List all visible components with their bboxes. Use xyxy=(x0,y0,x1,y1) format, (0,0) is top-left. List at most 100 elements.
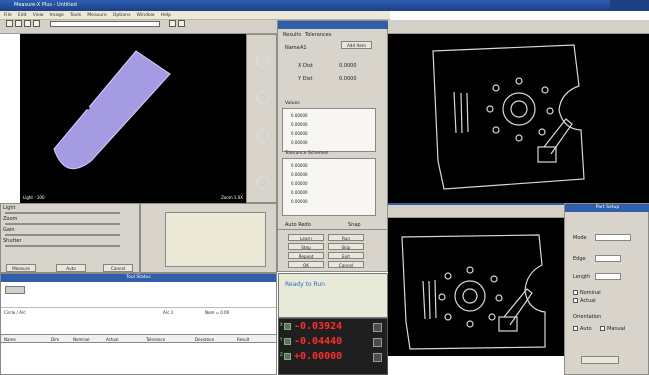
menu-window[interactable]: Window xyxy=(136,11,154,19)
add-item-button[interactable]: Add Item xyxy=(341,41,372,49)
status-toolbar xyxy=(5,286,25,294)
status-header-row: Name Dim Nominal Actual Tolerance Deviat… xyxy=(1,334,276,343)
status-row-value-1: Arc 1 xyxy=(163,310,174,315)
skip-button[interactable]: Skip xyxy=(328,243,364,250)
tool-grid xyxy=(165,212,266,267)
learn-button[interactable]: Learn xyxy=(288,234,324,241)
name-label: Name xyxy=(285,45,300,51)
main-toolbar xyxy=(388,20,649,34)
ready-title: Ready to Run xyxy=(285,281,325,288)
menu-file[interactable]: File xyxy=(4,11,12,19)
overview-part xyxy=(432,44,585,190)
cancel-run-button[interactable]: Cancel xyxy=(328,261,364,268)
step-button[interactable]: Step xyxy=(288,243,324,250)
header-result: Result xyxy=(237,337,250,342)
value-3: 0.00000 xyxy=(291,131,308,136)
auto-option[interactable]: Auto xyxy=(580,326,592,332)
tolerances-tab[interactable]: Tolerances xyxy=(305,32,331,38)
probe-circle-3[interactable] xyxy=(256,129,269,142)
record-icon[interactable] xyxy=(24,20,31,27)
light-controls: Light Zoom Gain Shutter Measure Auto Can… xyxy=(0,203,140,273)
status-row-label: Circle / Arc xyxy=(4,310,26,315)
name-value: A1 xyxy=(300,45,307,51)
shutter-label: Shutter xyxy=(3,238,22,244)
probe-stack xyxy=(246,34,277,203)
menu-image[interactable]: Image xyxy=(50,11,64,19)
readout-button-1[interactable] xyxy=(373,323,382,332)
edge-input[interactable] xyxy=(595,255,621,262)
values-title: Values xyxy=(285,101,300,106)
x-label: X xyxy=(280,322,283,327)
part-setup-title: Part Setup xyxy=(565,204,649,212)
probe-circle-4[interactable] xyxy=(256,176,269,189)
cancel-button[interactable]: Cancel xyxy=(103,264,133,272)
value-2: 0.00000 xyxy=(291,122,308,127)
dim2-label: Y Dist xyxy=(298,76,313,82)
menu-measure[interactable]: Measure xyxy=(87,11,107,19)
actual-option[interactable]: Actual xyxy=(580,298,596,304)
snap-label: Snap xyxy=(348,222,361,228)
probe-circle-2[interactable] xyxy=(256,91,269,104)
status-panel: Tool Status Circle / Arc Arc 1 Nom = 0.00 … xyxy=(0,273,277,375)
z-axis-icon xyxy=(284,353,291,360)
menu-edit[interactable]: Edit xyxy=(18,11,27,19)
length-input[interactable] xyxy=(595,273,621,280)
grid-icon[interactable] xyxy=(169,20,177,27)
menu-bar: File Edit View Image Tools Measure Optio… xyxy=(0,11,390,20)
z-label: Z xyxy=(280,352,283,357)
help-icon[interactable] xyxy=(178,20,186,27)
ok-button[interactable]: OK xyxy=(288,261,324,268)
x-axis-icon xyxy=(284,323,291,330)
mode-label: Mode xyxy=(573,235,587,241)
length-label: Length xyxy=(573,274,591,280)
y-label: Y xyxy=(280,337,283,342)
results-tab[interactable]: Results xyxy=(283,32,301,38)
overview-camera xyxy=(388,34,649,203)
repeat-button[interactable]: Repeat xyxy=(288,252,324,259)
header-dim: Dim xyxy=(51,337,60,342)
dim2-value: 0.0000 xyxy=(339,76,357,82)
setup-button[interactable] xyxy=(581,356,619,364)
play-icon[interactable] xyxy=(6,20,13,27)
camera-view: Light : 100 Zoom 1.0X xyxy=(20,34,246,203)
tolerance-5: 0.00000 xyxy=(291,199,308,204)
menu-view[interactable]: View xyxy=(33,11,44,19)
nominal-option[interactable]: Nominal xyxy=(580,290,601,296)
probe-circle-1[interactable] xyxy=(256,55,269,68)
window-controls xyxy=(610,0,649,11)
menu-tools[interactable]: Tools xyxy=(70,11,81,19)
values-table: 0.00000 0.00000 0.00000 0.00000 xyxy=(282,108,376,152)
readout-button-2[interactable] xyxy=(373,338,382,347)
tolerance-4: 0.00000 xyxy=(291,190,308,195)
z-value: +0.00000 xyxy=(294,351,343,362)
menu-options[interactable]: Options xyxy=(113,11,131,19)
value-1: 0.00000 xyxy=(291,113,308,118)
header-tolerance: Tolerance xyxy=(146,337,166,342)
coordinate-readout: X Y Z -0.03924 -0.04440 +0.00000 xyxy=(278,318,388,375)
x-value: -0.03924 xyxy=(294,321,343,332)
zoom-label: Zoom xyxy=(3,216,18,222)
header-nominal: Nominal xyxy=(73,337,90,342)
video-toolbar xyxy=(0,20,277,34)
readout-button-3[interactable] xyxy=(373,353,382,362)
header-name: Name xyxy=(4,337,16,342)
stop-icon[interactable] xyxy=(15,20,22,27)
tolerance-title: Tolerance Schemes xyxy=(285,151,329,156)
measure-button[interactable]: Measure xyxy=(6,264,36,272)
auto-redo-label: Auto Redo xyxy=(285,222,311,228)
dim1-label: X Dist xyxy=(298,63,313,69)
zoom-icon[interactable] xyxy=(33,20,40,27)
part-image xyxy=(53,50,171,170)
menu-help[interactable]: Help xyxy=(161,11,171,19)
auto-button[interactable]: Auto xyxy=(56,264,86,272)
video-caption-left: Light : 100 xyxy=(23,195,45,200)
tolerance-3: 0.00000 xyxy=(291,181,308,186)
run-buttons: Learn Run Step Skip Repeat Exit OK Cance… xyxy=(277,229,388,272)
video-slider[interactable] xyxy=(49,20,160,27)
dim1-value: 0.0000 xyxy=(339,63,357,69)
exit-button[interactable]: Exit xyxy=(328,252,364,259)
tolerance-1: 0.00000 xyxy=(291,163,308,168)
mode-select[interactable] xyxy=(595,234,631,241)
run-button[interactable]: Run xyxy=(328,234,364,241)
manual-option[interactable]: Manual xyxy=(607,326,625,332)
